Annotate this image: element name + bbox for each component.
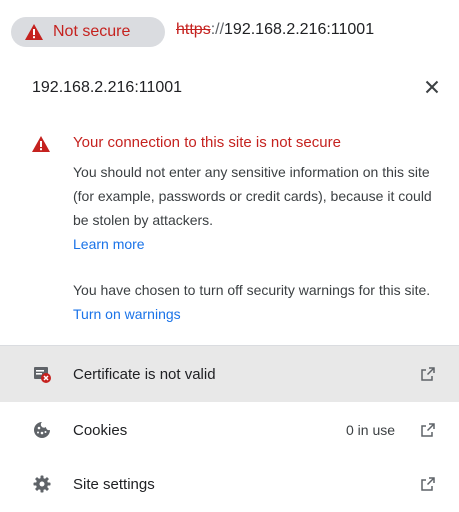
close-icon[interactable]	[420, 75, 444, 99]
gear-icon	[33, 475, 51, 493]
not-secure-label: Not secure	[53, 23, 131, 40]
warnings-off-text: You have chosen to turn off security war…	[73, 282, 431, 298]
open-external-icon	[421, 367, 435, 381]
certificate-row[interactable]: Certificate is not valid	[0, 346, 459, 402]
certificate-label: Certificate is not valid	[73, 365, 216, 383]
learn-more-link[interactable]: Learn more	[73, 232, 443, 256]
warnings-off-notice: You have chosen to turn off security war…	[73, 278, 453, 326]
turn-on-warnings-link[interactable]: Turn on warnings	[73, 306, 181, 322]
url-scheme: https	[176, 21, 211, 38]
open-external-icon	[421, 423, 435, 437]
warning-title: Your connection to this site is not secu…	[73, 134, 341, 151]
site-settings-row[interactable]: Site settings	[0, 456, 459, 512]
url-text[interactable]: https://192.168.2.216:11001	[176, 21, 374, 39]
security-chip[interactable]: Not secure	[11, 17, 165, 47]
warning-triangle-icon	[25, 24, 43, 40]
warning-triangle-icon	[32, 136, 50, 152]
url-separator: ://	[210, 21, 225, 38]
warning-text: You should not enter any sensitive infor…	[73, 164, 432, 228]
popup-title: 192.168.2.216:11001	[32, 79, 183, 96]
cookies-row[interactable]: Cookies 0 in use	[0, 402, 459, 458]
cookies-label: Cookies	[73, 421, 128, 439]
cookies-count: 0 in use	[346, 422, 396, 438]
cookie-icon	[34, 422, 50, 438]
omnibox: Not secure https://192.168.2.216:11001	[0, 0, 459, 56]
certificate-icon	[34, 367, 51, 383]
warning-body: You should not enter any sensitive infor…	[73, 160, 443, 256]
url-host: 192.168.2.216:11001	[224, 21, 375, 38]
